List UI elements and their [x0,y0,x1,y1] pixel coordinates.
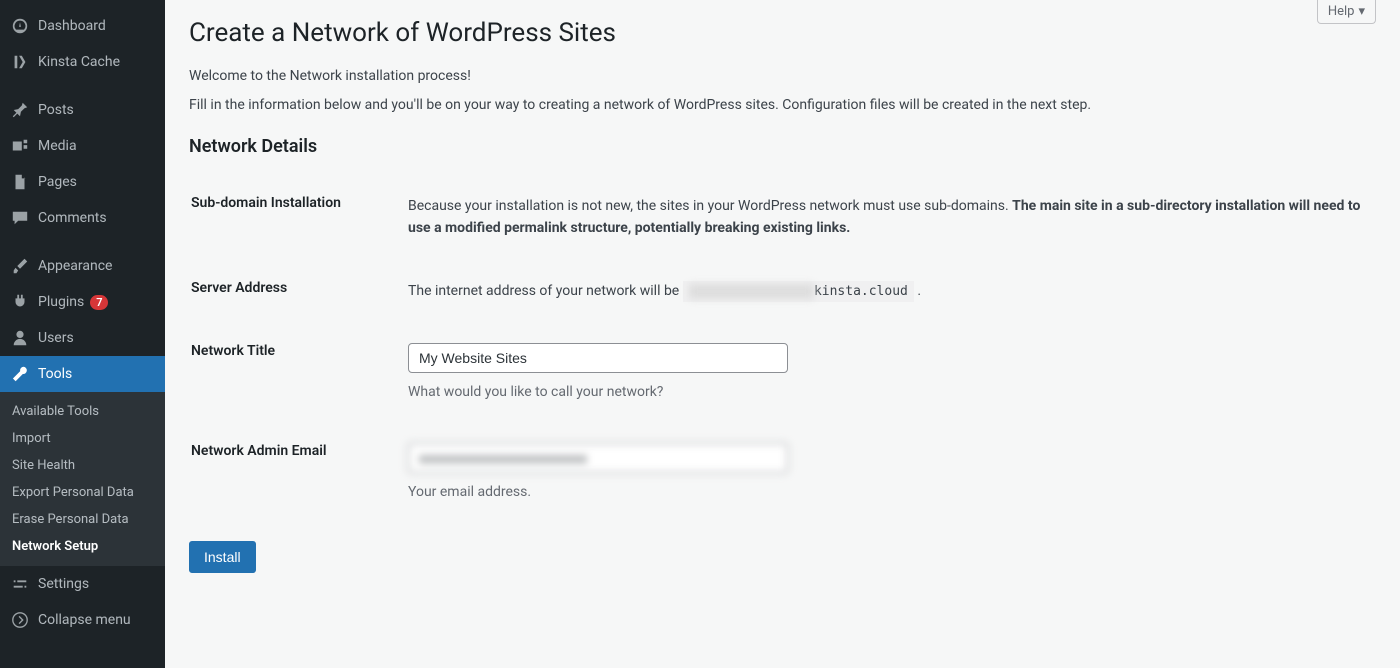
settings-icon [10,574,30,594]
network-title-hint: What would you like to call your network… [408,381,1364,403]
page-icon [10,172,30,192]
submenu-import[interactable]: Import [0,425,165,452]
network-title-label: Network Title [191,327,406,425]
submenu-network-setup[interactable]: Network Setup [0,533,165,560]
install-button[interactable]: Install [189,541,256,573]
admin-sidebar: Dashboard Kinsta Cache Posts Media Pages… [0,0,165,668]
submenu-available-tools[interactable]: Available Tools [0,398,165,425]
server-address-visible: kinsta.cloud [814,284,908,299]
intro-text-1: Welcome to the Network installation proc… [189,66,1376,87]
sidebar-item-label: Posts [38,102,74,118]
sidebar-submenu-tools: Available Tools Import Site Health Expor… [0,392,165,566]
section-heading: Network Details [189,124,1376,163]
plugins-update-badge: 7 [90,295,108,310]
sidebar-item-label: Kinsta Cache [38,54,120,70]
sidebar-item-label: Tools [38,366,72,382]
sidebar-item-label: Settings [38,576,89,592]
network-details-form: Sub-domain Installation Because your ins… [189,177,1376,527]
submenu-export-personal-data[interactable]: Export Personal Data [0,479,165,506]
plug-icon [10,292,30,312]
network-admin-email-input[interactable] [408,443,788,473]
submenu-erase-personal-data[interactable]: Erase Personal Data [0,506,165,533]
sidebar-item-label: Media [38,138,77,154]
kinsta-icon [10,52,30,72]
dashboard-icon [10,16,30,36]
pin-icon [10,100,30,120]
server-address-label: Server Address [191,264,406,325]
sidebar-item-label: Pages [38,174,77,190]
subdomain-description: Because your installation is not new, th… [408,179,1374,262]
subdomain-label: Sub-domain Installation [191,179,406,262]
page-title: Create a Network of WordPress Sites [189,0,1376,58]
user-icon [10,328,30,348]
network-admin-email-label: Network Admin Email [191,427,406,525]
chevron-down-icon: ▾ [1358,4,1365,19]
sidebar-item-label: Users [38,330,74,346]
sidebar-item-kinsta-cache[interactable]: Kinsta Cache [0,44,165,80]
server-address-hidden: xxxxxxxxxxxxxxxx [689,284,814,299]
sidebar-item-appearance[interactable]: Appearance [0,248,165,284]
server-address-description: The internet address of your network wil… [408,264,1374,325]
sidebar-item-label: Appearance [38,258,112,274]
submenu-site-health[interactable]: Site Health [0,452,165,479]
network-title-input[interactable] [408,343,788,373]
collapse-icon [10,610,30,630]
sidebar-item-label: Dashboard [38,18,106,34]
sidebar-item-posts[interactable]: Posts [0,92,165,128]
sidebar-item-plugins[interactable]: Plugins 7 [0,284,165,320]
intro-text-2: Fill in the information below and you'll… [189,95,1376,116]
sidebar-item-media[interactable]: Media [0,128,165,164]
network-admin-email-hint: Your email address. [408,481,1364,503]
sidebar-item-comments[interactable]: Comments [0,200,165,236]
collapse-label: Collapse menu [38,612,131,628]
help-label: Help [1328,4,1355,19]
sidebar-item-pages[interactable]: Pages [0,164,165,200]
sidebar-item-dashboard[interactable]: Dashboard [0,8,165,44]
sidebar-item-settings[interactable]: Settings [0,566,165,602]
sidebar-item-users[interactable]: Users [0,320,165,356]
sidebar-item-label: Comments [38,210,107,226]
brush-icon [10,256,30,276]
media-icon [10,136,30,156]
help-tab[interactable]: Help ▾ [1317,0,1376,24]
comment-icon [10,208,30,228]
sidebar-item-tools[interactable]: Tools [0,356,165,392]
wrench-icon [10,364,30,384]
content-area: Help ▾ Create a Network of WordPress Sit… [165,0,1400,668]
collapse-menu[interactable]: Collapse menu [0,602,165,638]
sidebar-item-label: Plugins [38,294,84,310]
